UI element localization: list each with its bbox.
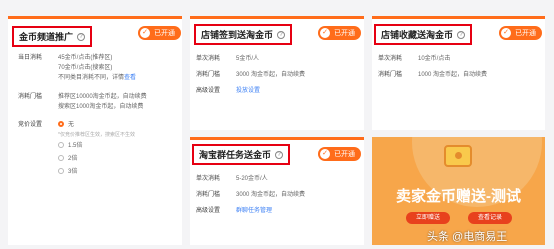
delivery-settings-link[interactable]: 投放设置 xyxy=(236,86,260,96)
advanced-label: 高级设置 xyxy=(196,88,221,94)
threshold-label: 消耗门槛 xyxy=(378,72,403,78)
store-checkin-title-box: 店铺签到送淘金币 ? xyxy=(194,24,293,45)
store-favorite-title-box: 店铺收藏送淘金币 ? xyxy=(374,24,473,45)
single-cost-value: 5金币/人 xyxy=(236,56,260,62)
card-accent-line xyxy=(372,16,545,19)
store-favorite-status-badge[interactable]: ✓ 已开通 xyxy=(499,26,542,40)
threshold-line1: 推荐区10000淘金币起，自动续费 xyxy=(58,94,147,100)
single-cost-label: 单次消耗 xyxy=(196,56,221,62)
threshold-value: 3000 淘金币起，自动续费 xyxy=(236,192,306,198)
radio-button[interactable] xyxy=(58,142,64,149)
bid-option-label: 2倍 xyxy=(68,156,78,162)
daily-cost-label: 当日消耗 xyxy=(18,55,43,61)
banner-title: 卖家金币赠送-测试 xyxy=(396,188,521,205)
threshold-label: 消耗门槛 xyxy=(196,192,221,198)
card-accent-line xyxy=(190,16,364,19)
group-task-manage-link[interactable]: 群聊任务管理 xyxy=(236,206,272,216)
daily-cost-line3: 不同类目消耗不同，详情查看 xyxy=(58,73,136,83)
radio-selected[interactable] xyxy=(58,121,64,128)
store-checkin-status-badge[interactable]: ✓ 已开通 xyxy=(318,26,361,40)
status-badge-label: 已开通 xyxy=(154,30,175,37)
store-favorite-title: 店铺收藏送淘金币 xyxy=(381,30,454,40)
help-icon[interactable]: ? xyxy=(277,30,286,39)
status-badge-label: 已开通 xyxy=(334,30,355,37)
check-icon: ✓ xyxy=(140,28,150,38)
group-task-card: 淘宝群任务送金币 ? ✓ 已开通 单次消耗 5-20金币/人 消耗门槛 3000… xyxy=(190,137,364,245)
card-accent-line xyxy=(190,137,364,140)
single-cost-label: 单次消耗 xyxy=(378,56,403,62)
bid-option-2x[interactable]: 2倍 xyxy=(58,154,77,164)
advanced-label: 高级设置 xyxy=(196,208,221,214)
single-cost-value: 5-20金币/人 xyxy=(236,176,268,182)
bid-setting-label: 竞价设置 xyxy=(18,122,43,128)
group-task-title: 淘宝群任务送金币 xyxy=(199,150,272,160)
check-icon: ✓ xyxy=(320,149,330,159)
card-accent-line xyxy=(8,16,182,19)
bid-option-label: 3倍 xyxy=(68,169,78,175)
help-icon[interactable]: ? xyxy=(275,150,284,159)
bid-option-1-5x[interactable]: 1.5倍 xyxy=(58,141,82,151)
store-checkin-title: 店铺签到送淘金币 xyxy=(201,30,274,40)
bid-setting-row: 竞价设置 无 *仅竞价推荐区生效，搜索区不生效 1.5倍 2倍 3倍 xyxy=(18,120,178,190)
status-badge-label: 已开通 xyxy=(515,30,536,37)
daily-cost-note: 不同类目消耗不同，详情 xyxy=(58,75,125,81)
bid-option-label: 1.5倍 xyxy=(68,143,83,149)
help-icon[interactable]: ? xyxy=(457,30,466,39)
bid-option-none[interactable]: 无 xyxy=(58,120,74,130)
view-records-button[interactable]: 查看记录 xyxy=(468,212,512,224)
daily-cost-line2: 70金币/点击(搜索区) xyxy=(58,65,113,71)
group-task-status-badge[interactable]: ✓ 已开通 xyxy=(318,147,361,161)
coin-channel-status-badge[interactable]: ✓ 已开通 xyxy=(138,26,181,40)
single-cost-value: 10金币/点击 xyxy=(418,56,451,62)
status-badge-label: 已开通 xyxy=(334,151,355,158)
coin-channel-card: 金币频道推广 ? ✓ 已开通 当日消耗 45金币/点击(推荐区) 70金币/点击… xyxy=(8,16,182,245)
radio-button[interactable] xyxy=(58,168,64,175)
threshold-value: 3000 淘金币起，自动续费 xyxy=(236,72,306,78)
gift-now-button[interactable]: 立即赠送 xyxy=(406,212,450,224)
group-task-title-box: 淘宝群任务送金币 ? xyxy=(192,144,291,165)
daily-cost-row: 当日消耗 45金币/点击(推荐区) 70金币/点击(搜索区) 不同类目消耗不同，… xyxy=(18,53,178,83)
bid-option-label: 无 xyxy=(68,122,75,128)
bid-option-3x[interactable]: 3倍 xyxy=(58,167,77,177)
store-favorite-card: 店铺收藏送淘金币 ? ✓ 已开通 单次消耗 10金币/点击 消耗门槛 1000 … xyxy=(372,16,545,130)
view-details-link[interactable]: 查看 xyxy=(124,75,136,81)
coin-channel-title: 金币频道推广 xyxy=(19,32,74,42)
daily-cost-line1: 45金币/点击(推荐区) xyxy=(58,55,113,61)
threshold-label: 消耗门槛 xyxy=(196,72,221,78)
check-icon: ✓ xyxy=(501,28,511,38)
threshold-label: 消耗门槛 xyxy=(18,94,43,100)
threshold-value: 1000 淘金币起，自动续费 xyxy=(418,72,488,78)
check-icon: ✓ xyxy=(320,28,330,38)
help-icon[interactable]: ? xyxy=(77,32,86,41)
threshold-line2: 搜索区1000淘金币起，自动续费 xyxy=(58,104,144,110)
watermark: 头条 @电商易王 xyxy=(427,231,508,243)
radio-button[interactable] xyxy=(58,155,64,162)
coin-channel-title-box: 金币频道推广 ? xyxy=(12,26,93,47)
store-checkin-card: 店铺签到送淘金币 ? ✓ 已开通 单次消耗 5金币/人 消耗门槛 3000 淘金… xyxy=(190,16,364,130)
threshold-row: 消耗门槛 推荐区10000淘金币起，自动续费 搜索区1000淘金币起，自动续费 xyxy=(18,92,178,112)
bid-note: *仅竞价推荐区生效，搜索区不生效 xyxy=(58,132,135,138)
single-cost-label: 单次消耗 xyxy=(196,176,221,182)
coin-wallet-icon xyxy=(444,145,472,167)
